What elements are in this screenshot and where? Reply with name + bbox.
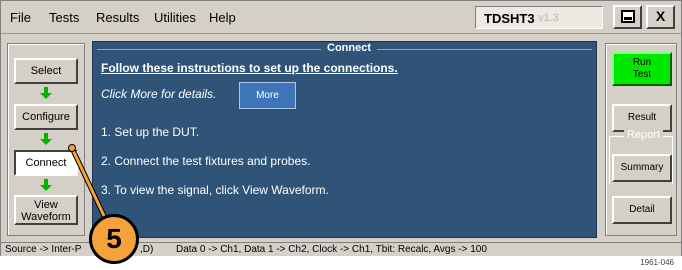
figure-id: 1961-046 bbox=[640, 258, 674, 267]
step-callout-badge: 5 bbox=[89, 214, 139, 264]
